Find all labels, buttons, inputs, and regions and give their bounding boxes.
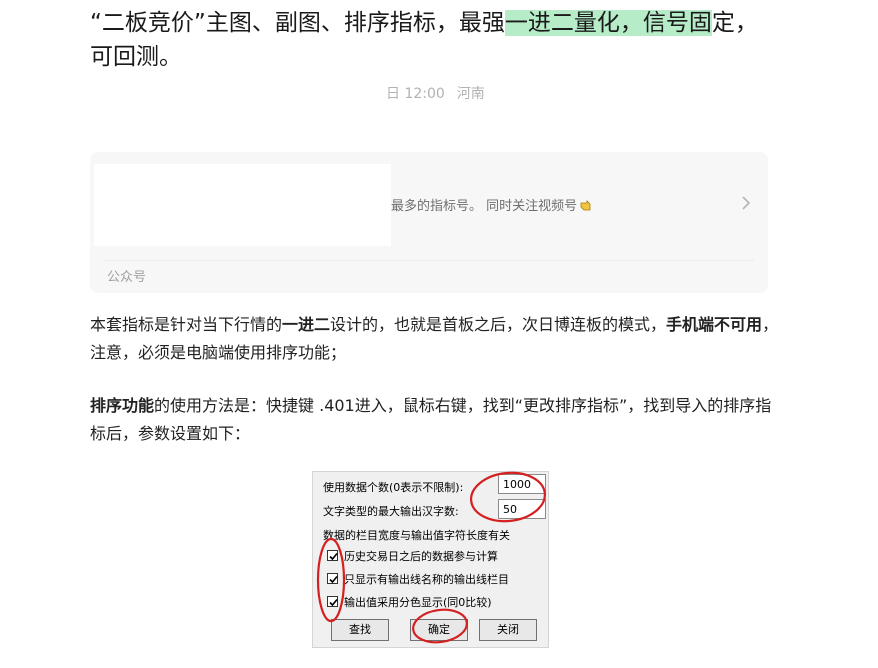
account-description: 最多的指标号。 同时关注视频号 [391, 195, 592, 214]
paragraph-sort-usage: 排序功能的使用方法是：快捷键 .401进入，鼠标右键，找到“更改排序指标”，找到… [90, 392, 780, 448]
account-type-label: 公众号 [107, 270, 147, 285]
p1-text-a: 本套指标是针对当下行情的 [90, 315, 283, 334]
account-description-text: 最多的指标号。 同时关注视频号 [391, 199, 578, 214]
find-button[interactable]: 查找 [331, 619, 389, 641]
p2-bold-sort-function: 排序功能 [90, 396, 155, 415]
checkmark-icon [329, 575, 338, 584]
paragraph-intro: 本套指标是针对当下行情的一进二设计的，也就是首板之后，次日博连板的模式，手机端不… [90, 311, 780, 367]
column-width-note: 数据的栏目宽度与输出值字符长度有关 [323, 529, 510, 542]
named-lines-checkbox[interactable] [327, 573, 338, 584]
meta-time: 日 12:00 [386, 86, 445, 102]
article-meta: 日 12:00 河南 [386, 83, 485, 103]
ok-button[interactable]: 确定 [410, 619, 468, 641]
data-count-input[interactable]: 1000 [498, 474, 546, 494]
meta-location: 河南 [456, 86, 485, 102]
checkmark-icon [329, 552, 338, 561]
pointing-hand-icon [580, 200, 591, 211]
title-part1: “二板竞价”主图、副图、排序指标，最强 [90, 10, 505, 36]
close-button[interactable]: 关闭 [479, 619, 537, 641]
data-count-label: 使用数据个数(0表示不限制): [323, 481, 464, 494]
p1-text-c: 设计的，也就是首板之后，次日博连板的模式， [330, 315, 667, 334]
sort-settings-dialog-image: 使用数据个数(0表示不限制): 1000 文字类型的最大输出汉字数: 50 数据… [312, 471, 549, 648]
account-card[interactable]: 最多的指标号。 同时关注视频号 公众号 [90, 152, 768, 293]
article-title: “二板竞价”主图、副图、排序指标，最强一进二量化，信号固定，可回测。 [90, 6, 780, 74]
max-chars-label: 文字类型的最大输出汉字数: [323, 505, 459, 518]
p1-bold-yijiner: 一进二 [282, 315, 331, 334]
history-days-checkbox[interactable] [327, 550, 338, 561]
max-chars-input[interactable]: 50 [498, 499, 546, 519]
color-output-label: 输出值采用分色显示(同0比较) [344, 596, 492, 609]
p2-text: 的使用方法是：快捷键 .401进入，鼠标右键，找到“更改排序指标”，找到导入的排… [90, 396, 772, 443]
account-card-preview [94, 164, 391, 246]
named-lines-label: 只显示有输出线名称的输出线栏目 [344, 573, 509, 586]
p1-bold-mobile-warning: 手机端不可用 [666, 315, 763, 334]
color-output-checkbox[interactable] [327, 596, 338, 607]
card-divider [104, 260, 754, 261]
chevron-right-icon[interactable] [740, 193, 752, 213]
checkmark-icon [329, 598, 338, 607]
title-highlight: 一进二量化，信号固 [504, 10, 712, 36]
history-days-label: 历史交易日之后的数据参与计算 [344, 550, 498, 563]
